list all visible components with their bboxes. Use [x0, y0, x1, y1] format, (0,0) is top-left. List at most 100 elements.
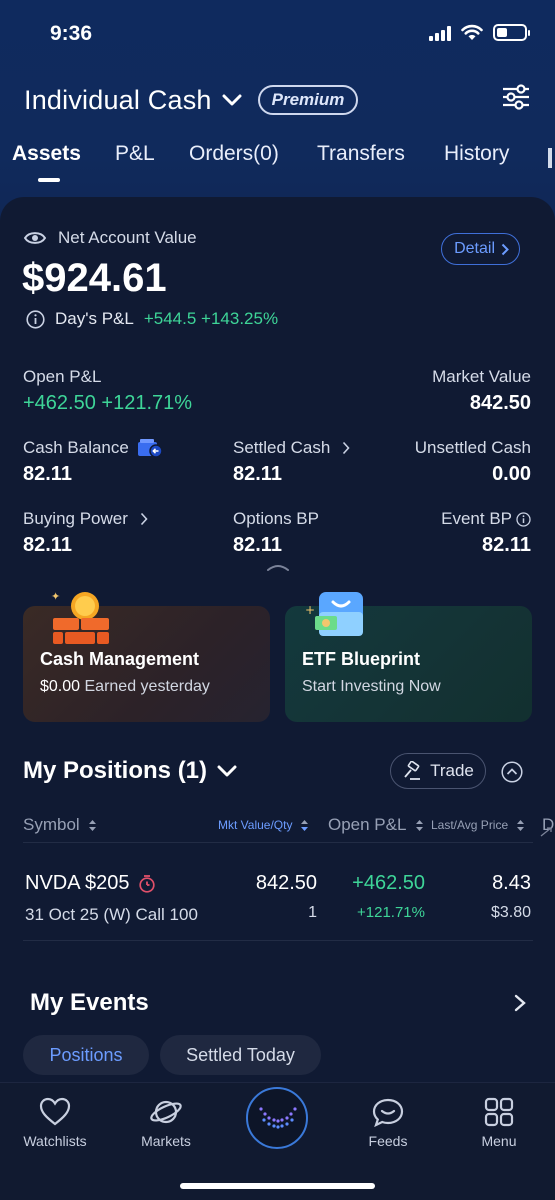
- mkt-value-column-header[interactable]: Mkt Value/Qty: [218, 818, 309, 832]
- tab-pl[interactable]: P&L: [115, 142, 155, 166]
- cash-management-subtitle: $0.00 Earned yesterday: [40, 678, 210, 696]
- settled-cash-row[interactable]: Settled Cash: [233, 438, 350, 458]
- gavel-icon: [404, 761, 421, 780]
- tab-overflow-hint: [548, 148, 552, 168]
- status-time: 9:36: [50, 22, 93, 45]
- svg-text:+: +: [305, 603, 315, 617]
- trade-button[interactable]: Trade: [390, 753, 486, 789]
- buying-power-label: Buying Power: [23, 509, 128, 528]
- info-icon[interactable]: [516, 511, 531, 527]
- unsettled-cash-label: Unsettled Cash: [414, 438, 531, 457]
- chevron-down-icon[interactable]: [222, 93, 242, 107]
- cash-wallet-icon[interactable]: [137, 438, 163, 458]
- detail-button-label: Detail: [454, 240, 495, 257]
- market-value-label: Market Value: [432, 367, 531, 386]
- status-icons: [429, 24, 530, 41]
- info-icon[interactable]: [26, 309, 45, 329]
- nav-markets-label: Markets: [141, 1133, 191, 1149]
- nav-home-button[interactable]: [246, 1087, 308, 1149]
- net-value-label-row: Net Account Value: [24, 228, 197, 248]
- sort-icon: [415, 820, 423, 832]
- tab-history[interactable]: History: [444, 142, 509, 166]
- chat-icon: [372, 1098, 404, 1127]
- mkt-value-header-label: Mkt Value/Qty: [218, 818, 293, 832]
- open-pl-value: +462.50 +121.71%: [23, 392, 193, 414]
- net-account-value-label: Net Account Value: [58, 228, 197, 247]
- nav-menu[interactable]: Menu: [444, 1097, 554, 1149]
- sort-icon: [89, 820, 97, 832]
- position-avg-price: $3.80: [490, 904, 531, 921]
- premium-badge[interactable]: Premium: [257, 85, 359, 115]
- nav-feeds[interactable]: Feeds: [333, 1097, 443, 1149]
- event-bp-row: Event BP: [441, 509, 531, 529]
- open-pl-label: Open P&L: [23, 367, 102, 386]
- etf-box-icon: +: [305, 592, 363, 636]
- net-account-value: $924.61: [22, 256, 167, 300]
- market-value: 842.50: [469, 392, 531, 414]
- account-tabs: Assets P&L Orders(0) Transfers History: [0, 142, 555, 192]
- positions-header[interactable]: My Positions (1): [23, 757, 237, 785]
- filter-settings-icon[interactable]: [501, 84, 531, 115]
- options-bp-value: 82.11: [233, 534, 282, 556]
- open-pl-column-header[interactable]: Open P&L: [328, 815, 424, 835]
- open-pl-header-label: Open P&L: [328, 815, 406, 834]
- nav-markets[interactable]: Markets: [111, 1097, 221, 1149]
- etf-blueprint-card[interactable]: + ETF Blueprint Start Investing Now: [285, 592, 532, 722]
- settled-cash-value: 82.11: [233, 463, 282, 485]
- position-symbol-cell: NVDA $205: [25, 872, 156, 895]
- nav-watchlists-label: Watchlists: [23, 1133, 87, 1149]
- home-indicator: [180, 1183, 375, 1189]
- collapse-up-icon[interactable]: [501, 761, 523, 783]
- table-header-divider: [23, 842, 533, 843]
- position-open-pl-pct: +121.71%: [357, 904, 425, 921]
- position-contract: 31 Oct 25 (W) Call 100: [25, 905, 198, 924]
- eye-icon[interactable]: [24, 230, 46, 246]
- detail-button[interactable]: Detail: [441, 233, 520, 265]
- chevron-right-icon: [501, 243, 509, 255]
- sort-desc-icon: [300, 820, 308, 832]
- cash-balance-value: 82.11: [23, 463, 72, 485]
- table-row-divider: [23, 940, 533, 941]
- active-tab-indicator: [38, 178, 60, 182]
- position-qty: 1: [308, 904, 317, 921]
- tab-orders[interactable]: Orders(0): [189, 142, 279, 166]
- table-row[interactable]: NVDA $205 31 Oct 25 (W) Call 100 842.50 …: [0, 850, 555, 938]
- last-avg-header-label: Last/Avg Price: [431, 818, 509, 832]
- buying-power-row[interactable]: Buying Power: [23, 509, 148, 529]
- chevron-right-icon: [343, 441, 350, 455]
- last-avg-price-column-header[interactable]: Last/Avg Price: [431, 818, 525, 832]
- timer-alert-icon: [138, 875, 155, 893]
- positions-title: My Positions (1): [23, 757, 208, 784]
- etf-blueprint-title: ETF Blueprint: [302, 649, 420, 669]
- event-bp-label: Event BP: [441, 509, 512, 528]
- events-chip-settled-today[interactable]: Settled Today: [160, 1035, 321, 1075]
- svg-text:✦: ✦: [51, 590, 60, 603]
- position-mkt-value: 842.50: [255, 872, 317, 894]
- heart-icon: [39, 1097, 71, 1126]
- sort-icon: [516, 820, 524, 832]
- account-selector[interactable]: Individual Cash: [24, 85, 212, 116]
- events-title: My Events: [30, 989, 149, 1016]
- collapse-handle-icon[interactable]: [266, 562, 290, 572]
- symbol-header-label: Symbol: [23, 815, 80, 834]
- planet-icon: [150, 1100, 182, 1124]
- nav-watchlists[interactable]: Watchlists: [0, 1097, 110, 1149]
- cash-management-card[interactable]: ✦ Cash Management $0.00 Earned yesterday: [23, 590, 270, 722]
- wifi-icon: [461, 24, 483, 40]
- expand-columns-icon[interactable]: [539, 826, 553, 838]
- cash-balance-row[interactable]: Cash Balance: [23, 438, 163, 458]
- nav-menu-label: Menu: [481, 1133, 517, 1149]
- tab-transfers[interactable]: Transfers: [317, 142, 405, 166]
- cash-management-caption: Earned yesterday: [84, 678, 210, 695]
- chevron-right-icon[interactable]: [514, 994, 526, 1012]
- home-logo-icon: [259, 1107, 297, 1129]
- trade-button-label: Trade: [430, 761, 474, 780]
- account-header: Individual Cash Premium: [24, 80, 531, 120]
- etf-blueprint-subtitle: Start Investing Now: [302, 678, 441, 695]
- tab-assets[interactable]: Assets: [12, 142, 81, 166]
- events-chip-positions[interactable]: Positions: [23, 1035, 149, 1075]
- nav-feeds-label: Feeds: [368, 1133, 408, 1149]
- position-open-pl: +462.50: [352, 872, 425, 894]
- options-bp-label: Options BP: [233, 509, 319, 528]
- symbol-column-header[interactable]: Symbol: [23, 815, 97, 835]
